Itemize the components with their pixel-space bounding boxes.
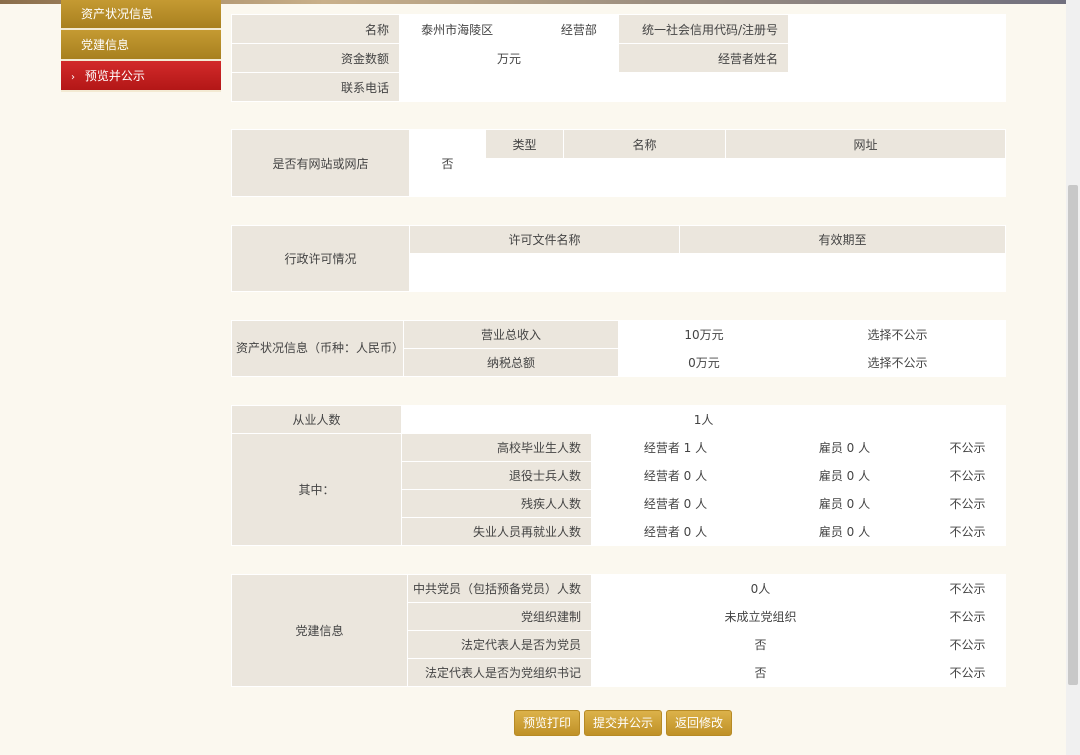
employees-row-employee: 雇员 0 人 (759, 489, 930, 518)
sidebar-item-party[interactable]: 党建信息 (61, 30, 221, 61)
party-table: 党建信息 中共党员（包括预备党员）人数 0人 不公示 党组织建制 未成立党组织 … (231, 574, 1006, 687)
basic-info-table: 名称 泰州市海陵区 经营部 统一社会信用代码/注册号 资金数额 万元 经营者姓名… (231, 14, 1006, 102)
capital-value: 万元 (399, 43, 619, 73)
party-row-value: 否 (591, 630, 930, 659)
phone-value (399, 72, 619, 102)
sidebar-item-preview[interactable]: › 预览并公示 (61, 61, 221, 92)
website-value: 否 (409, 129, 486, 197)
report-content: 名称 泰州市海陵区 经营部 统一社会信用代码/注册号 资金数额 万元 经营者姓名… (231, 0, 1007, 687)
website-label: 是否有网站或网店 (231, 129, 410, 197)
employees-row-operator: 经营者 0 人 (591, 517, 760, 546)
website-header-url: 网址 (725, 129, 1006, 159)
employees-row-public: 不公示 (928, 433, 1007, 462)
party-label: 党建信息 (231, 574, 408, 687)
employees-row-name: 退役士兵人数 (401, 461, 592, 490)
employees-row-name: 残疾人人数 (401, 489, 592, 518)
name-value-suffix: 经营部 (560, 22, 597, 37)
employees-row-operator: 经营者 1 人 (591, 433, 760, 462)
license-header-expiry: 有效期至 (679, 225, 1006, 254)
employees-row-name: 高校毕业生人数 (401, 433, 592, 462)
party-row-value: 0人 (591, 574, 930, 603)
license-table: 行政许可情况 许可文件名称 有效期至 (231, 225, 1006, 292)
party-row-name: 党组织建制 (407, 602, 592, 631)
name-value: 泰州市海陵区 经营部 (399, 14, 619, 44)
chevron-right-icon: › (71, 72, 75, 83)
employees-row-employee: 雇员 0 人 (759, 433, 930, 462)
sidebar-item-label: 资产状况信息 (81, 7, 154, 21)
sidebar-item-label: 党建信息 (81, 38, 130, 52)
operator-name-label: 经营者姓名 (618, 43, 789, 73)
name-label: 名称 (231, 14, 400, 44)
phone-label: 联系电话 (231, 72, 400, 102)
assets-row-value: 10万元 (618, 320, 790, 349)
name-value-prefix: 泰州市海陵区 (421, 22, 494, 37)
assets-row-public: 选择不公示 (789, 348, 1006, 377)
party-row-value: 未成立党组织 (591, 602, 930, 631)
party-row-name: 法定代表人是否为党组织书记 (407, 658, 592, 687)
employees-row-public: 不公示 (928, 489, 1007, 518)
party-row-public: 不公示 (929, 574, 1006, 603)
submit-publish-button[interactable]: 提交并公示 (584, 710, 663, 736)
credit-code-label: 统一社会信用代码/注册号 (618, 14, 789, 44)
employees-label: 从业人数 (231, 405, 402, 434)
assets-row-value: 0万元 (618, 348, 790, 377)
party-row-name: 法定代表人是否为党员 (407, 630, 592, 659)
employees-table: 从业人数 1人 其中： 高校毕业生人数 经营者 1 人 雇员 0 人 不公示 退… (231, 405, 1007, 546)
website-header-type: 类型 (485, 129, 564, 159)
capital-label: 资金数额 (231, 43, 400, 73)
scrollbar-thumb[interactable] (1068, 185, 1078, 685)
assets-label: 资产状况信息（币种：人民币） (231, 320, 404, 377)
website-table: 是否有网站或网店 否 类型 名称 网址 (231, 129, 1006, 197)
employees-row-employee: 雇员 0 人 (759, 517, 930, 546)
employees-row-operator: 经营者 0 人 (591, 461, 760, 490)
party-row-public: 不公示 (929, 658, 1006, 687)
assets-table: 资产状况信息（币种：人民币） 营业总收入 10万元 选择不公示 纳税总额 0万元… (231, 320, 1006, 377)
assets-row-public: 选择不公示 (789, 320, 1006, 349)
party-row-name: 中共党员（包括预备党员）人数 (407, 574, 592, 603)
back-edit-button[interactable]: 返回修改 (666, 710, 733, 736)
assets-row-name: 营业总收入 (403, 320, 619, 349)
sidebar-item-label: 预览并公示 (84, 69, 145, 83)
employees-sub-label: 其中： (231, 433, 402, 546)
action-buttons: 预览打印 提交并公示 返回修改 (514, 710, 733, 736)
party-row-value: 否 (591, 658, 930, 687)
employees-row-public: 不公示 (928, 517, 1007, 546)
license-label: 行政许可情况 (231, 225, 410, 292)
sidebar-item-assets[interactable]: 资产状况信息 (61, 0, 221, 30)
employees-row-operator: 经营者 0 人 (591, 489, 760, 518)
operator-name-value (788, 43, 1006, 73)
party-row-public: 不公示 (929, 630, 1006, 659)
sidebar-nav: 资产状况信息 党建信息 › 预览并公示 (61, 0, 221, 92)
website-header-name: 名称 (563, 129, 726, 159)
employees-row-employee: 雇员 0 人 (759, 461, 930, 490)
party-row-public: 不公示 (929, 602, 1006, 631)
preview-print-button[interactable]: 预览打印 (514, 710, 581, 736)
employees-row-name: 失业人员再就业人数 (401, 517, 592, 546)
license-header-file: 许可文件名称 (409, 225, 680, 254)
employees-value: 1人 (400, 405, 1007, 434)
credit-code-value (788, 14, 1006, 44)
assets-row-name: 纳税总额 (403, 348, 619, 377)
employees-row-public: 不公示 (928, 461, 1007, 490)
